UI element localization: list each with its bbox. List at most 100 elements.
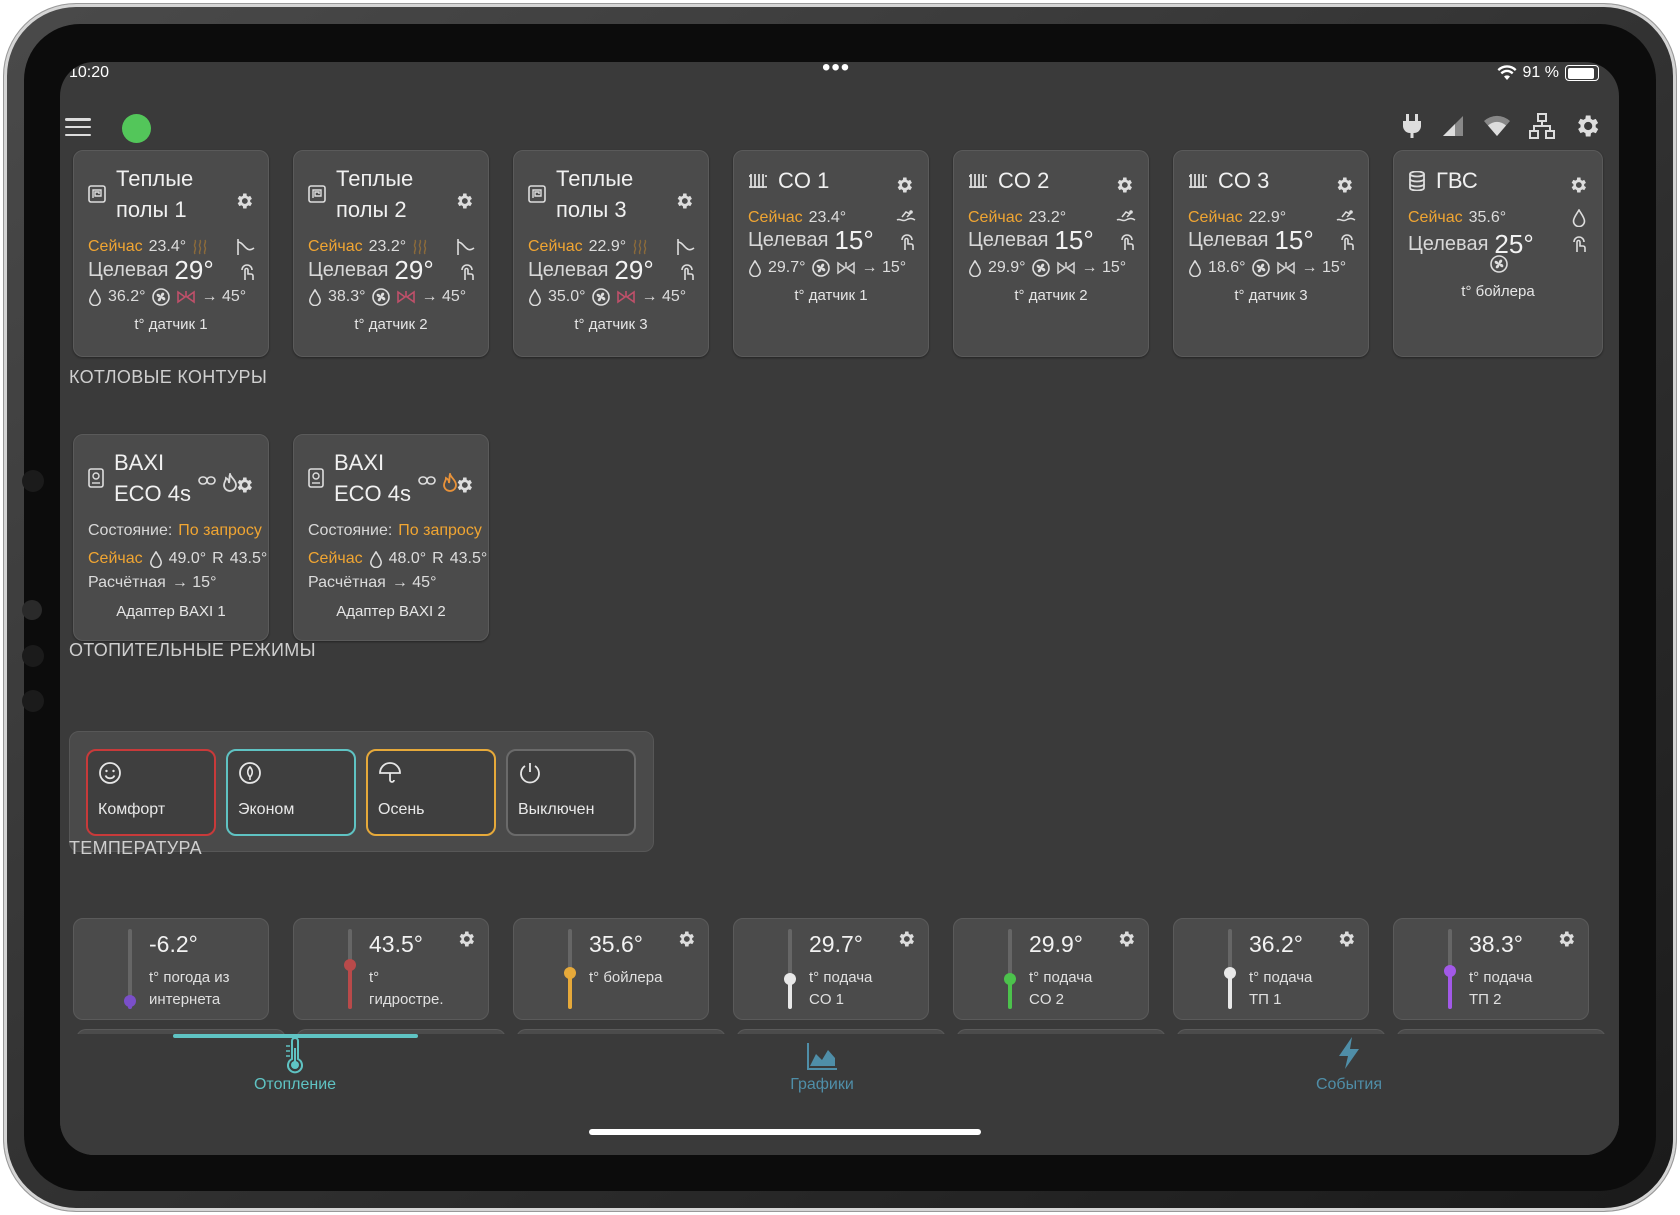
mode-label: Эконом: [238, 801, 295, 818]
plug-icon[interactable]: [1401, 113, 1423, 139]
temperature-card[interactable]: 36.2° t° подача ТП 1: [1173, 918, 1369, 1020]
r-value: 43.5°: [229, 550, 268, 567]
gear-icon[interactable]: [674, 191, 694, 211]
now-label: Сейчас: [88, 550, 143, 567]
fan-icon: [371, 288, 390, 306]
gear-icon[interactable]: [456, 929, 476, 949]
mode-label: Осень: [378, 801, 425, 818]
gear-icon[interactable]: [454, 475, 474, 495]
calc-value: → 45°: [391, 574, 437, 591]
temperature-card[interactable]: 43.5° t° гидростре.: [293, 918, 489, 1020]
fan-icon: [1490, 255, 1508, 273]
multitask-dots[interactable]: •••: [822, 62, 850, 82]
hand-touch-icon: [461, 264, 474, 280]
heat-waves-icon: [193, 239, 207, 255]
valve-icon: [1276, 261, 1295, 275]
humidity-value: 35.0°: [548, 288, 586, 305]
now-value: 48.0°: [388, 550, 427, 567]
temperature-card[interactable]: -6.2° t° погода из интернета: [73, 918, 269, 1020]
floor-heating-card[interactable]: Теплые полы 1 Сейчас 23.4° Целевая 29° 36.2…: [73, 150, 269, 357]
umbrella-icon: [379, 762, 401, 783]
gear-icon[interactable]: [234, 475, 254, 495]
wifi-signal-icon[interactable]: [1483, 115, 1511, 137]
temperature-name-line1: t° подача: [1469, 969, 1533, 986]
power-icon: [520, 763, 540, 784]
boiler-card[interactable]: BAXI ECO 4s Состояние: По запросу Сейчас 48…: [293, 434, 489, 641]
hand-touch-icon: [901, 234, 914, 250]
fan-icon: [1031, 259, 1050, 277]
sensor-label: t° датчик 3: [574, 316, 648, 333]
fan-icon: [591, 288, 610, 306]
modes-panel: Комфорт Эконом Осень Выключен: [69, 731, 654, 852]
temperature-card[interactable]: 29.9° t° подача CO 2: [953, 918, 1149, 1020]
gear-icon[interactable]: [894, 175, 914, 195]
temperature-name: t° подача ТП 2: [1469, 967, 1532, 1011]
drop-icon: [749, 259, 761, 277]
hand-touch-icon: [241, 264, 254, 280]
boiler-tank-icon: [1409, 170, 1425, 191]
now-value: 23.2°: [368, 238, 407, 255]
now-label: Сейчас: [308, 238, 363, 255]
radiator-icon: [969, 173, 987, 188]
temperature-card[interactable]: 38.3° t° подача ТП 2: [1393, 918, 1589, 1020]
gvs-card[interactable]: ГВС Сейчас 35.6° Целевая 25° t° бойлера: [1393, 150, 1603, 357]
target-label: Целевая: [88, 259, 169, 281]
swim-icon: [1336, 210, 1356, 222]
co-card[interactable]: CO 1 Сейчас 23.4° Целевая 15° 29.7° → 15° t…: [733, 150, 929, 357]
network-icon[interactable]: [1529, 113, 1555, 139]
sensor-label: t° датчик 2: [354, 316, 428, 333]
sensor-label: t° бойлера: [1461, 283, 1535, 300]
temperature-card[interactable]: 29.7° t° подача CO 1: [733, 918, 929, 1020]
flow-value: → 45°: [421, 288, 467, 305]
gear-icon[interactable]: [454, 191, 474, 211]
gear-icon[interactable]: [1334, 175, 1354, 195]
cellular-icon[interactable]: [1441, 115, 1465, 137]
gear-icon[interactable]: [1114, 175, 1134, 195]
gear-icon[interactable]: [234, 191, 254, 211]
floor-heating-card[interactable]: Теплые полы 3 Сейчас 22.9° Целевая 29° 35.0…: [513, 150, 709, 357]
settings-gear-icon[interactable]: [1573, 112, 1601, 140]
menu-icon[interactable]: [65, 118, 91, 136]
mode-button[interactable]: Эконом: [226, 749, 356, 836]
drop-icon: [1189, 259, 1201, 277]
gear-icon[interactable]: [1336, 929, 1356, 949]
valve-icon: [1056, 261, 1075, 275]
gear-icon[interactable]: [1568, 175, 1588, 195]
boiler-card[interactable]: BAXI ECO 4s Состояние: По запросу Сейчас 49…: [73, 434, 269, 641]
now-value: 35.6°: [1468, 209, 1507, 226]
now-label: Сейчас: [528, 238, 583, 255]
swim-icon: [896, 210, 916, 222]
modes-section-title: ОТОПИТЕЛЬНЫЕ РЕЖИМЫ: [69, 640, 316, 660]
gear-icon[interactable]: [1116, 929, 1136, 949]
mode-button[interactable]: Выключен: [506, 749, 636, 836]
co-card[interactable]: CO 3 Сейчас 22.9° Целевая 15° 18.6° → 15° t…: [1173, 150, 1369, 357]
top-bar: [60, 102, 1619, 152]
valve-icon: [176, 290, 195, 304]
temperature-card[interactable]: 35.6° t° бойлера: [513, 918, 709, 1020]
floor-heating-icon: [528, 185, 546, 203]
target-label: Целевая: [528, 259, 609, 281]
target-label: Целевая: [968, 229, 1049, 251]
temperature-name-line2: ТП 2: [1469, 991, 1502, 1008]
temperature-name: t° подача ТП 1: [1249, 967, 1312, 1011]
mode-button[interactable]: Осень: [366, 749, 496, 836]
mode-button[interactable]: Комфорт: [86, 749, 216, 836]
temperature-bar: [784, 929, 796, 1009]
co-card[interactable]: CO 2 Сейчас 23.2° Целевая 15° 29.9° → 15° t…: [953, 150, 1149, 357]
flow-value: → 15°: [1081, 259, 1127, 276]
temperature-name-line1: t° погода из: [149, 969, 230, 986]
boiler-section-title: КОТЛОВЫЕ КОНТУРЫ: [69, 367, 268, 387]
chart-icon: [807, 1043, 837, 1070]
temperature-value: -6.2°: [149, 931, 198, 957]
gear-icon[interactable]: [896, 929, 916, 949]
temperature-name-line2: CO 2: [1029, 991, 1065, 1008]
gear-icon[interactable]: [676, 929, 696, 949]
link-icon: [198, 476, 216, 485]
boiler-icon: [308, 468, 324, 488]
floor-heating-card[interactable]: Теплые полы 2 Сейчас 23.2° Целевая 29° 38.3…: [293, 150, 489, 357]
home-indicator[interactable]: [589, 1129, 981, 1135]
target-value: 29°: [614, 255, 654, 285]
now-value: 23.4°: [148, 238, 187, 255]
gear-icon[interactable]: [1556, 929, 1576, 949]
card-title-line2: полы 1: [116, 197, 187, 222]
